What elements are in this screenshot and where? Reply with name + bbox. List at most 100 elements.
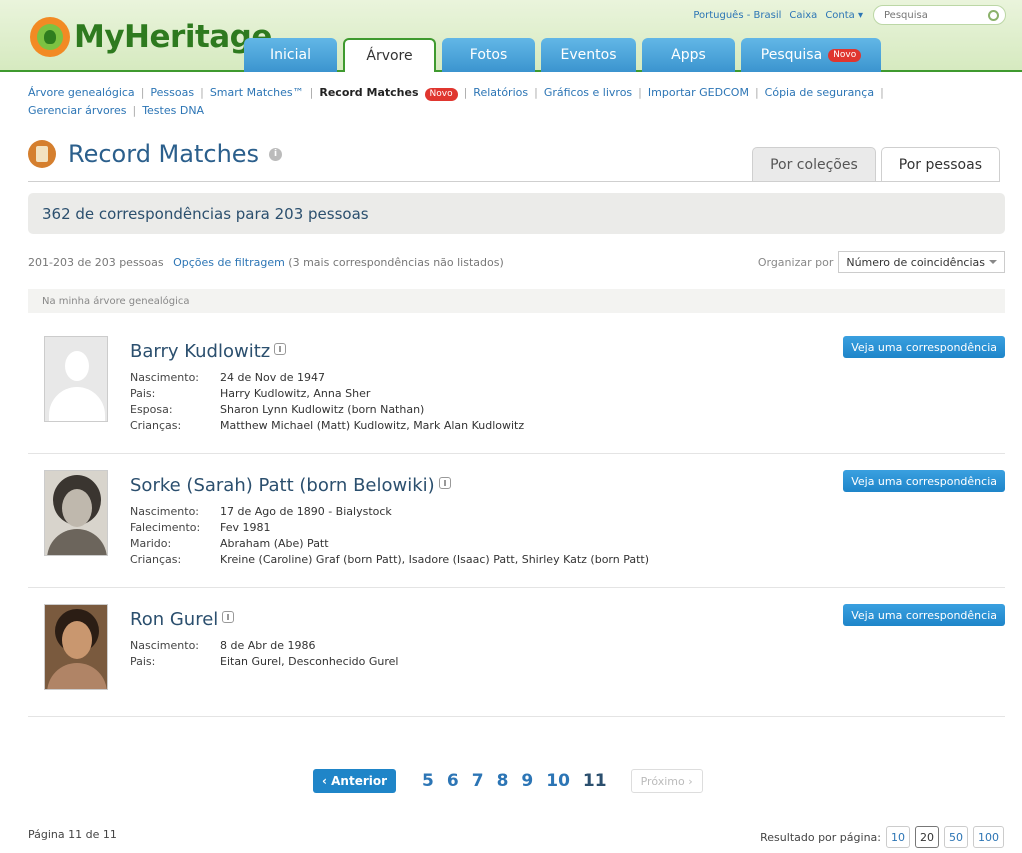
new-badge: Novo xyxy=(424,88,458,101)
page-link[interactable]: 9 xyxy=(521,771,533,791)
tree-info-icon[interactable] xyxy=(438,477,451,489)
tab-label: Inicial xyxy=(270,47,311,63)
tab-label: Eventos xyxy=(560,47,617,63)
subnav-backup[interactable]: Cópia de segurança xyxy=(765,86,874,99)
person-facts: Nascimento: 8 de Abr de 1986 Pais: Eitan G… xyxy=(130,639,399,671)
inbox-link[interactable]: Caixa xyxy=(789,10,817,21)
page-indicator: Página 11 de 11 xyxy=(28,828,117,841)
subnav-dna-tests[interactable]: Testes DNA xyxy=(142,104,204,117)
person-name[interactable]: Ron Gurel xyxy=(130,609,235,630)
results-per-page: Resultado por página: 10 20 50 100 xyxy=(760,826,1004,848)
subnav-tree[interactable]: Árvore genealógica xyxy=(28,86,135,99)
fact-label: Esposa: xyxy=(130,403,173,416)
tab-label: Árvore xyxy=(366,48,413,64)
fact-label: Marido: xyxy=(130,537,172,550)
tree-info-icon[interactable] xyxy=(274,343,287,355)
tab-label: Apps xyxy=(671,47,706,63)
page-link[interactable]: 10 xyxy=(546,771,570,791)
divider xyxy=(28,181,1000,182)
fact-value: 8 de Abr de 1986 xyxy=(220,639,316,652)
tab-apps[interactable]: Apps xyxy=(642,38,735,72)
fact-label: Crianças: xyxy=(130,553,182,566)
subnav-charts-books[interactable]: Gráficos e livros xyxy=(544,86,632,99)
view-match-button[interactable]: Veja uma correspondência xyxy=(843,336,1005,358)
fact-label: Crianças: xyxy=(130,419,182,432)
per-page-option[interactable]: 50 xyxy=(944,826,968,848)
top-search xyxy=(873,5,1006,25)
sort-select[interactable]: Número de coincidências xyxy=(838,251,1005,273)
search-icon[interactable] xyxy=(988,10,999,21)
per-page-label: Resultado por página: xyxy=(760,830,881,844)
tab-pesquisa[interactable]: Pesquisa Novo xyxy=(741,38,881,72)
person-name[interactable]: Barry Kudlowitz xyxy=(130,341,287,362)
person-row: Sorke (Sarah) Patt (born Belowiki) Nasci… xyxy=(28,470,1005,588)
sort-value: Número de coincidências xyxy=(846,255,985,269)
subnav-import-gedcom[interactable]: Importar GEDCOM xyxy=(648,86,749,99)
tab-by-people[interactable]: Por pessoas xyxy=(880,147,1000,182)
fact-label: Pais: xyxy=(130,655,156,668)
chevron-down-icon xyxy=(989,260,997,264)
search-input[interactable] xyxy=(882,9,982,22)
previous-label: Anterior xyxy=(331,774,388,788)
page-link[interactable]: 8 xyxy=(497,771,509,791)
per-page-current: 20 xyxy=(915,826,939,848)
person-name[interactable]: Sorke (Sarah) Patt (born Belowiki) xyxy=(130,475,451,496)
sub-navigation: Árvore genealógica | Pessoas | Smart Matches… xyxy=(28,86,884,117)
subnav-people[interactable]: Pessoas xyxy=(150,86,194,99)
fact-value: Matthew Michael (Matt) Kudlowitz, Mark A… xyxy=(220,419,525,432)
subnav-manage-trees[interactable]: Gerenciar árvores xyxy=(28,104,126,117)
page-link[interactable]: 6 xyxy=(447,771,459,791)
tree-info-icon[interactable] xyxy=(222,611,235,623)
fact-label: Nascimento: xyxy=(130,371,200,384)
logo[interactable]: MyHeritage xyxy=(30,17,272,57)
logo-icon xyxy=(30,17,70,57)
tab-label: Fotos xyxy=(469,47,508,63)
language-link[interactable]: Português - Brasil xyxy=(693,10,781,21)
previous-button[interactable]: ‹ Anterior xyxy=(313,769,397,793)
results-controls: 201-203 de 203 pessoas Opções de filtrag… xyxy=(28,256,504,269)
view-match-button[interactable]: Veja uma correspondência xyxy=(843,604,1005,626)
next-label: Próximo xyxy=(640,774,685,788)
tab-eventos[interactable]: Eventos xyxy=(541,38,636,72)
section-header: Na minha árvore genealógica xyxy=(28,289,1005,313)
tab-fotos[interactable]: Fotos xyxy=(442,38,535,72)
fact-label: Falecimento: xyxy=(130,521,201,534)
page-title: Record Matches i xyxy=(28,140,283,168)
fact-value: Sharon Lynn Kudlowitz (born Nathan) xyxy=(220,403,425,416)
summary-bar: 362 de correspondências para 203 pessoas xyxy=(28,193,1005,234)
view-match-button[interactable]: Veja uma correspondência xyxy=(843,470,1005,492)
person-photo[interactable] xyxy=(44,470,108,556)
page-link[interactable]: 5 xyxy=(422,771,434,791)
fact-value: Abraham (Abe) Patt xyxy=(220,537,329,550)
fact-value: 24 de Nov de 1947 xyxy=(220,371,325,384)
account-menu[interactable]: Conta ▾ xyxy=(825,10,863,21)
new-badge: Novo xyxy=(828,48,862,62)
top-links: Português - Brasil Caixa Conta ▾ xyxy=(685,5,1006,25)
next-button[interactable]: Próximo › xyxy=(630,769,703,793)
main-nav: Inicial Árvore Fotos Eventos Apps Pesqui… xyxy=(244,38,887,72)
page-link[interactable]: 7 xyxy=(472,771,484,791)
info-icon[interactable]: i xyxy=(269,147,283,161)
tab-arvore[interactable]: Árvore xyxy=(343,38,436,72)
fact-value: 17 de Ago de 1890 - Bialystock xyxy=(220,505,392,518)
fact-label: Nascimento: xyxy=(130,639,200,652)
person-photo-placeholder[interactable] xyxy=(44,336,108,422)
filter-note: (3 mais correspondências não listados) xyxy=(288,256,504,269)
tab-by-collections[interactable]: Por coleções xyxy=(752,147,876,181)
site-header: MyHeritage Português - Brasil Caixa Cont… xyxy=(0,0,1022,72)
tab-label: Pesquisa xyxy=(760,47,823,63)
person-facts: Nascimento: 24 de Nov de 1947 Pais: Harry … xyxy=(130,371,524,435)
subnav-smart-matches[interactable]: Smart Matches™ xyxy=(210,86,304,99)
fact-value: Fev 1981 xyxy=(220,521,271,534)
person-facts: Nascimento: 17 de Ago de 1890 - Bialystoc… xyxy=(130,505,649,569)
filter-options-link[interactable]: Opções de filtragem xyxy=(173,256,285,269)
subnav-record-matches[interactable]: Record Matches xyxy=(319,86,418,99)
per-page-option[interactable]: 10 xyxy=(886,826,910,848)
subnav-reports[interactable]: Relatórios xyxy=(473,86,528,99)
tab-inicial[interactable]: Inicial xyxy=(244,38,337,72)
fact-label: Pais: xyxy=(130,387,156,400)
per-page-option[interactable]: 100 xyxy=(973,826,1004,848)
person-photo[interactable] xyxy=(44,604,108,690)
page-title-text: Record Matches xyxy=(68,140,260,168)
fact-value: Harry Kudlowitz, Anna Sher xyxy=(220,387,371,400)
